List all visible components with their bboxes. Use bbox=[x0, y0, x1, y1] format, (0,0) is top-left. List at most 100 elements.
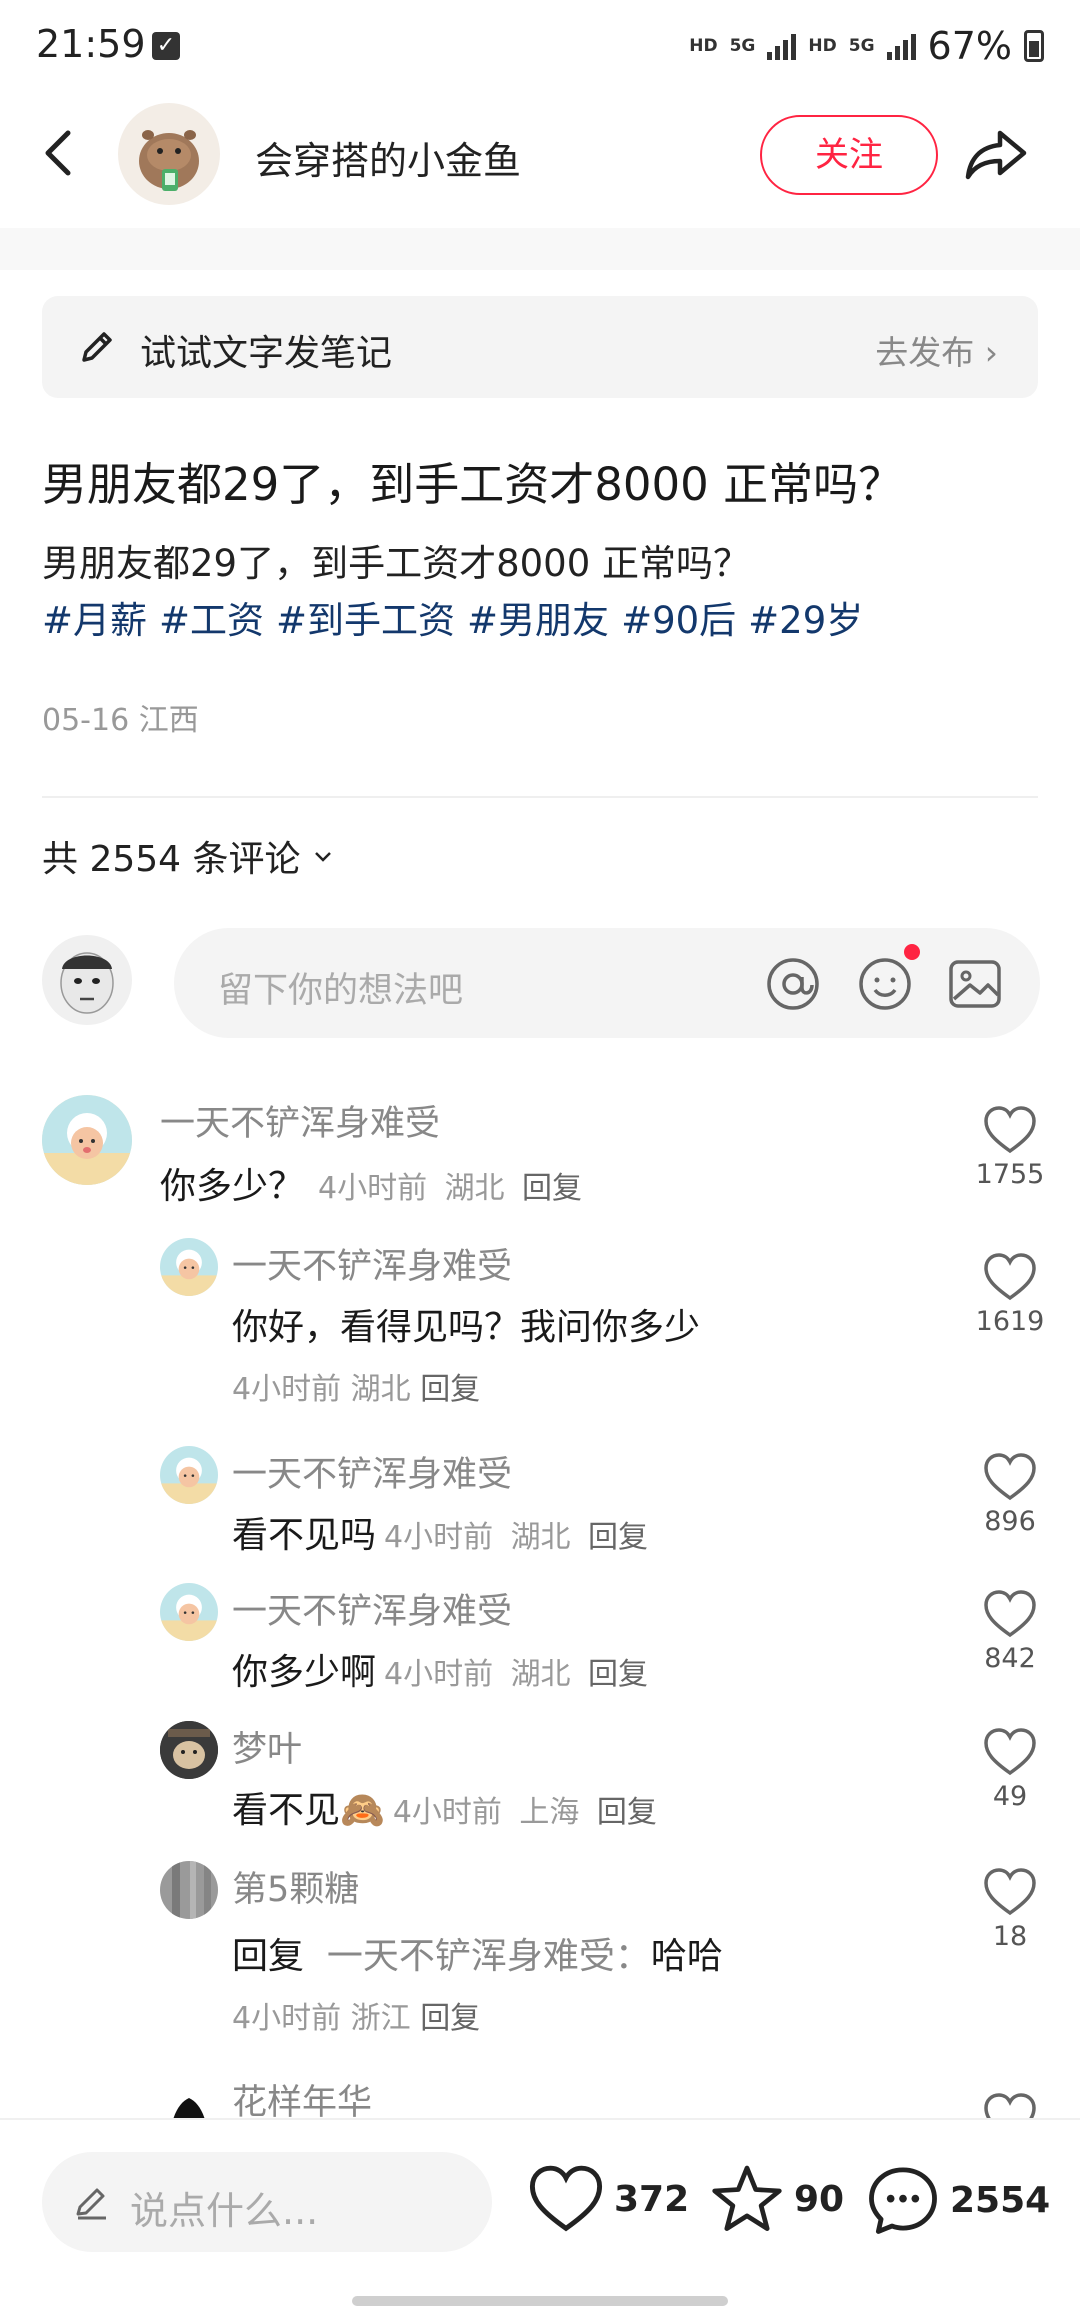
follow-button[interactable]: 关注 bbox=[760, 115, 938, 195]
status-bar: 21:59 ✓ HD 5G HD 5G 67% bbox=[0, 0, 1080, 95]
commenter-avatar[interactable] bbox=[42, 1095, 132, 1185]
hashtag[interactable]: #90后 bbox=[621, 590, 736, 644]
go-publish-label: 去发布 bbox=[875, 333, 975, 372]
commenter-name[interactable]: 花样年华 bbox=[232, 2074, 372, 2118]
pencil-icon bbox=[76, 2188, 106, 2220]
like-button[interactable]: 842 bbox=[970, 1589, 1050, 1674]
comment-body: 看不见🙈 bbox=[232, 1790, 385, 1831]
comment-total: 2554 bbox=[950, 2179, 1051, 2221]
content-divider bbox=[42, 796, 1038, 798]
commenter-name[interactable]: 梦叶 bbox=[232, 1721, 302, 1772]
reply-button[interactable]: 回复 bbox=[588, 1520, 648, 1555]
comment-body: 看不见吗 bbox=[232, 1515, 377, 1556]
commenter-avatar[interactable] bbox=[160, 1446, 218, 1504]
hashtag[interactable]: #到手工资 bbox=[276, 590, 455, 644]
emoji-icon[interactable] bbox=[856, 955, 914, 1013]
comment-body: 你多少？ bbox=[160, 1166, 305, 1207]
commenter-name[interactable]: 第5颗糖 bbox=[232, 1861, 359, 1912]
reply-button[interactable]: 回复 bbox=[420, 1372, 480, 1407]
note-body: 男朋友都29了，到手工资才8000 正常吗？ bbox=[42, 542, 751, 585]
reply-item: 一天不铲浑身难受 你好，看得见吗？我问你多少 4小时前 湖北 回复 1619 bbox=[0, 1232, 1080, 1407]
comment-time: 4小时前 bbox=[384, 1520, 494, 1555]
reply-button[interactable]: 回复 bbox=[588, 1657, 648, 1692]
share-button[interactable] bbox=[962, 119, 1032, 189]
signal-icon bbox=[767, 32, 797, 60]
comment-text: 看不见🙈 4小时前 上海 回复 bbox=[232, 1781, 657, 1833]
say-something-input[interactable]: 说点什么... bbox=[42, 2152, 492, 2252]
hashtag[interactable]: #29岁 bbox=[748, 590, 863, 644]
network-label-2: 5G bbox=[848, 36, 875, 56]
comment-time: 4小时前 bbox=[318, 1171, 428, 1206]
commenter-avatar[interactable] bbox=[160, 1861, 218, 1919]
commenter-avatar[interactable] bbox=[160, 1583, 218, 1641]
like-count: 49 bbox=[992, 1781, 1028, 1812]
reply-prefix: 回复 bbox=[232, 1936, 305, 1977]
heart-icon bbox=[984, 1728, 1036, 1776]
like-note-button[interactable]: 372 bbox=[528, 2164, 689, 2234]
like-count: 896 bbox=[984, 1506, 1036, 1537]
hashtag[interactable]: #男朋友 bbox=[467, 590, 609, 644]
hashtag[interactable]: #月薪 bbox=[42, 590, 147, 644]
comment-text: 你多少啊 4小时前 湖北 回复 bbox=[232, 1643, 648, 1695]
commenter-name[interactable]: 一天不铲浑身难受 bbox=[160, 1095, 440, 1146]
author-avatar[interactable] bbox=[118, 103, 220, 205]
my-avatar bbox=[42, 935, 132, 1025]
comment-time: 4小时前 bbox=[232, 2001, 342, 2036]
reply-item: 梦叶 看不见🙈 4小时前 上海 回复 49 bbox=[0, 1715, 1080, 1831]
commenter-avatar[interactable] bbox=[160, 1721, 218, 1779]
commenter-name[interactable]: 一天不铲浑身难受 bbox=[232, 1446, 512, 1497]
heart-icon bbox=[984, 1253, 1036, 1301]
chevron-down-icon bbox=[314, 852, 331, 862]
comment-input-placeholder: 留下你的想法吧 bbox=[218, 971, 464, 1011]
image-icon[interactable] bbox=[946, 955, 1004, 1013]
emoji-new-dot bbox=[904, 944, 920, 960]
mention-icon[interactable] bbox=[764, 955, 822, 1013]
like-button[interactable]: 49 bbox=[970, 1727, 1050, 1812]
like-button[interactable]: 1619 bbox=[970, 1252, 1050, 1337]
share-arrow-icon bbox=[965, 130, 1027, 180]
comment-count-label: 共 2554 条评论 bbox=[42, 839, 301, 880]
comment-location: 湖北 bbox=[510, 1657, 571, 1692]
comment-bubble-icon bbox=[869, 2167, 937, 2234]
hashtag[interactable]: #工资 bbox=[159, 590, 264, 644]
battery-icon bbox=[1024, 30, 1044, 62]
reply-item: 第5颗糖 回复 一天不铲浑身难受：哈哈 4小时前 浙江 回复 18 bbox=[0, 1855, 1080, 2036]
reply-button[interactable]: 回复 bbox=[597, 1795, 657, 1830]
cartoon-sheep-avatar-icon bbox=[160, 1238, 218, 1296]
home-indicator[interactable] bbox=[352, 2296, 728, 2306]
author-name[interactable]: 会穿搭的小金鱼 bbox=[255, 130, 521, 185]
like-count: 1755 bbox=[975, 1159, 1045, 1190]
go-publish-link[interactable]: 去发布 › bbox=[875, 326, 998, 374]
reply-button[interactable]: 回复 bbox=[420, 2001, 480, 2036]
bottom-action-bar: 说点什么... 372 90 2554 bbox=[0, 2118, 1080, 2316]
collect-total: 90 bbox=[794, 2178, 845, 2220]
like-count: 842 bbox=[984, 1643, 1036, 1674]
comment-location: 湖北 bbox=[350, 1372, 411, 1407]
collect-button[interactable]: 90 bbox=[710, 2164, 844, 2234]
back-button[interactable] bbox=[30, 123, 90, 183]
reply-item: 花样年华 bbox=[0, 2070, 1080, 2118]
comment-input[interactable]: 留下你的想法吧 bbox=[174, 928, 1040, 1038]
cartoon-sheep-avatar-icon bbox=[42, 1095, 132, 1185]
reply-item: 一天不铲浑身难受 你多少啊 4小时前 湖北 回复 842 bbox=[0, 1577, 1080, 1693]
like-button[interactable]: 18 bbox=[970, 1867, 1050, 1952]
signal-icon-2 bbox=[886, 32, 916, 60]
back-arrow-icon bbox=[45, 130, 71, 176]
comment-button[interactable]: 2554 bbox=[866, 2164, 1050, 2236]
reply-button[interactable]: 回复 bbox=[522, 1171, 582, 1206]
status-indicators: HD 5G HD 5G 67% bbox=[689, 24, 1044, 68]
commenter-avatar[interactable] bbox=[160, 2078, 218, 2118]
pencil-icon bbox=[82, 332, 112, 362]
comment-sort-toggle[interactable]: 共 2554 条评论 bbox=[42, 830, 335, 882]
like-total: 372 bbox=[614, 2178, 690, 2220]
commenter-avatar[interactable] bbox=[160, 1238, 218, 1296]
reply-to-name[interactable]: 一天不铲浑身难受： bbox=[327, 1936, 651, 1977]
like-button[interactable] bbox=[970, 2092, 1050, 2118]
like-button[interactable]: 896 bbox=[970, 1452, 1050, 1537]
comment-location: 上海 bbox=[519, 1795, 580, 1830]
text-note-prompt[interactable]: 试试文字发笔记 去发布 › bbox=[42, 296, 1038, 398]
commenter-name[interactable]: 一天不铲浑身难受 bbox=[232, 1238, 512, 1289]
hashtag-list: #月薪 #工资 #到手工资 #男朋友 #90后 #29岁 bbox=[42, 590, 863, 644]
commenter-name[interactable]: 一天不铲浑身难受 bbox=[232, 1583, 512, 1634]
like-button[interactable]: 1755 bbox=[970, 1105, 1050, 1190]
